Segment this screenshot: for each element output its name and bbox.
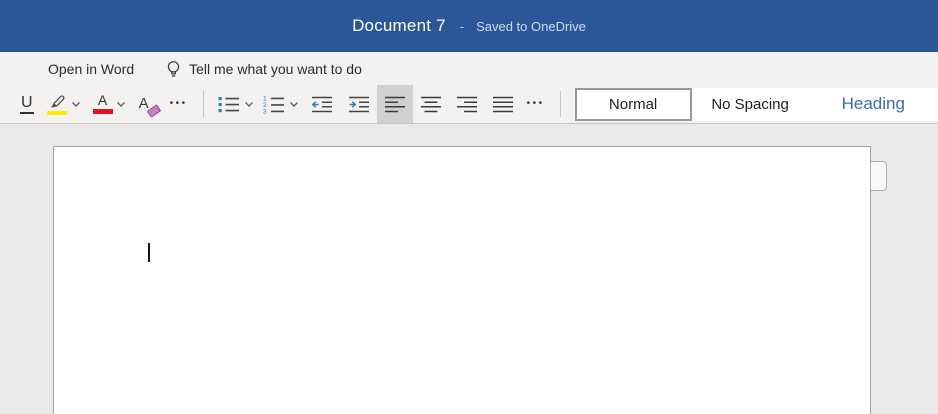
bullet-list-button[interactable] <box>213 85 258 123</box>
highlighter-icon <box>46 93 68 115</box>
bullet-list-icon <box>217 94 241 114</box>
align-left-button[interactable] <box>376 85 413 123</box>
more-font-options-button[interactable]: ••• <box>164 85 194 123</box>
style-normal[interactable]: Normal <box>574 87 692 121</box>
font-color-button[interactable]: A <box>87 85 132 123</box>
tell-me-label: Tell me what you want to do <box>189 60 362 77</box>
chevron-down-icon[interactable] <box>244 101 254 108</box>
save-status: Saved to OneDrive <box>476 18 586 34</box>
font-color-icon: A <box>92 92 113 114</box>
document-page[interactable] <box>53 146 871 414</box>
margin-tab-button[interactable] <box>870 161 887 191</box>
chevron-down-icon[interactable] <box>71 101 81 108</box>
open-in-word-button[interactable]: Open in Word <box>48 61 134 77</box>
increase-indent-button[interactable] <box>340 85 377 123</box>
svg-text:3: 3 <box>263 109 267 115</box>
more-paragraph-options-button[interactable]: ••• <box>521 85 551 123</box>
toolbar-divider <box>559 91 561 117</box>
underline-button[interactable]: U <box>14 85 40 123</box>
formatting-toolbar: U A A ••• 1 2 3 ••• Normal No Spacing He… <box>0 85 938 124</box>
style-no-spacing[interactable]: No Spacing <box>691 87 809 121</box>
more-icon: ••• <box>526 97 545 109</box>
align-right-button[interactable] <box>449 85 485 123</box>
align-center-icon <box>419 94 443 114</box>
toolbar-divider <box>202 91 204 117</box>
style-gallery: Normal No Spacing Heading <box>574 87 938 121</box>
menubar: Open in Word Tell me what you want to do <box>0 52 938 85</box>
document-title[interactable]: Document 7 <box>352 16 446 36</box>
align-center-button[interactable] <box>413 85 449 123</box>
decrease-indent-button[interactable] <box>303 85 340 123</box>
style-heading[interactable]: Heading <box>808 87 938 121</box>
align-right-icon <box>455 94 479 114</box>
clear-formatting-icon: A <box>138 94 161 118</box>
chevron-down-icon[interactable] <box>116 101 126 108</box>
titlebar: Document 7 - Saved to OneDrive <box>0 0 938 52</box>
font-color-letter: A <box>97 92 108 108</box>
justify-icon <box>491 94 515 114</box>
numbered-list-icon: 1 2 3 <box>262 94 286 114</box>
numbered-list-button[interactable]: 1 2 3 <box>258 85 303 123</box>
justify-button[interactable] <box>485 85 521 123</box>
underline-icon: U <box>20 94 34 114</box>
chevron-down-icon[interactable] <box>289 101 299 108</box>
text-caret <box>148 243 150 262</box>
title-separator: - <box>459 18 465 34</box>
highlight-color-button[interactable] <box>40 85 87 123</box>
clear-formatting-button[interactable]: A <box>132 85 164 123</box>
document-canvas <box>0 124 938 414</box>
outdent-icon <box>309 94 334 114</box>
tell-me-control[interactable]: Tell me what you want to do <box>166 60 362 78</box>
align-left-icon <box>383 94 407 114</box>
indent-icon <box>346 94 371 114</box>
highlight-color-bar <box>46 111 67 115</box>
more-icon: ••• <box>169 97 188 109</box>
lightbulb-icon <box>166 60 181 78</box>
font-color-bar <box>92 109 113 114</box>
word-online-window: Document 7 - Saved to OneDrive Open in W… <box>0 0 938 414</box>
